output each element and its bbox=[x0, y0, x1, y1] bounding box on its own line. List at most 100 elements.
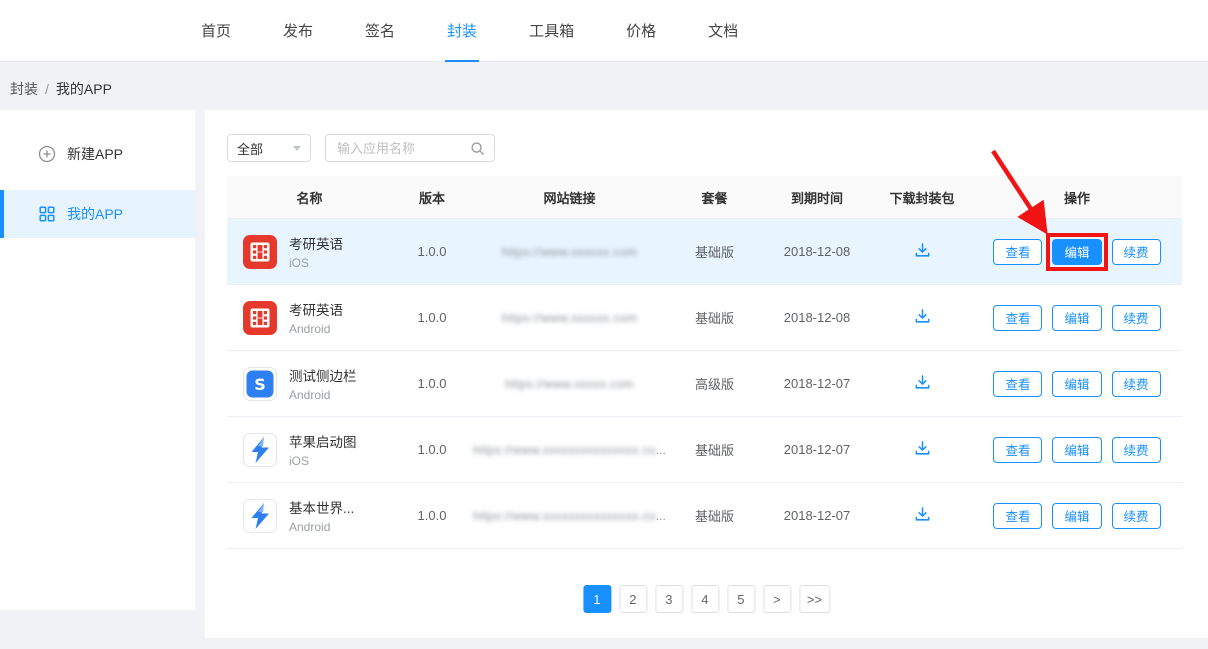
search-icon[interactable] bbox=[470, 141, 485, 156]
film-app-icon bbox=[243, 301, 277, 335]
download-icon[interactable] bbox=[913, 241, 932, 260]
sidebar-item-label: 我的APP bbox=[67, 204, 123, 224]
column-header-3: 网站链接 bbox=[472, 188, 667, 207]
next-page-button[interactable]: > bbox=[763, 585, 791, 613]
app-plan: 基础版 bbox=[667, 242, 762, 261]
app-name-cell: 考研英语 iOS bbox=[227, 233, 392, 270]
search-input[interactable] bbox=[335, 140, 470, 157]
page-button-4[interactable]: 4 bbox=[691, 585, 719, 613]
column-header-4: 套餐 bbox=[667, 188, 762, 207]
app-plan: 基础版 bbox=[667, 506, 762, 525]
nav-item-2[interactable]: 发布 bbox=[281, 0, 315, 62]
grid-icon bbox=[38, 205, 56, 223]
view-button[interactable]: 查看 bbox=[993, 305, 1042, 331]
filter-dropdown[interactable]: 全部 bbox=[227, 134, 311, 162]
column-header-6: 下载封装包 bbox=[872, 188, 972, 207]
table-row: 苹果启动图iOS1.0.0https://www.xxxxxxxxxxxxxxx… bbox=[227, 417, 1182, 483]
breadcrumb-section[interactable]: 封装 bbox=[10, 79, 38, 99]
app-url-ellipsis: ... bbox=[656, 509, 666, 523]
view-button[interactable]: 查看 bbox=[993, 503, 1042, 529]
view-button[interactable]: 查看 bbox=[993, 239, 1042, 265]
app-url-ellipsis: ... bbox=[656, 443, 666, 457]
download-cell bbox=[872, 505, 972, 527]
sidebar-menu: 新建APP 我的APP bbox=[0, 130, 195, 238]
renew-button[interactable]: 续费 bbox=[1112, 437, 1161, 463]
table-row: S测试侧边栏Android1.0.0https://www.xxxxx.com高… bbox=[227, 351, 1182, 417]
nav-item-7[interactable]: 文档 bbox=[706, 0, 740, 62]
download-icon[interactable] bbox=[913, 307, 932, 326]
download-icon[interactable] bbox=[913, 505, 932, 524]
app-table: 名称版本网站链接套餐到期时间下载封装包操作 考研英语iOS1.0.0https:… bbox=[227, 176, 1182, 549]
renew-button[interactable]: 续费 bbox=[1112, 371, 1161, 397]
table-row: 基本世界...Android1.0.0https://www.xxxxxxxxx… bbox=[227, 483, 1182, 549]
app-url-text: https://www.xxxxxx.com bbox=[502, 311, 638, 325]
download-cell bbox=[872, 439, 972, 461]
app-url-text: https://www.xxxxxxxxxxxxxxx.co bbox=[473, 443, 656, 457]
nav-item-3[interactable]: 签名 bbox=[363, 0, 397, 62]
page-button-5[interactable]: 5 bbox=[727, 585, 755, 613]
app-platform: Android bbox=[289, 322, 343, 336]
download-icon[interactable] bbox=[913, 373, 932, 392]
column-header-7: 操作 bbox=[972, 188, 1182, 207]
app-version: 1.0.0 bbox=[392, 244, 472, 259]
sidebar-item-1[interactable]: 新建APP bbox=[0, 130, 195, 178]
app-name: 考研英语 bbox=[289, 299, 343, 319]
table-row: 考研英语iOS1.0.0https://www.xxxxxx.com基础版201… bbox=[227, 219, 1182, 285]
app-platform: iOS bbox=[289, 454, 357, 468]
renew-button[interactable]: 续费 bbox=[1112, 503, 1161, 529]
page-button-2[interactable]: 2 bbox=[619, 585, 647, 613]
breadcrumb-separator: / bbox=[45, 81, 49, 97]
app-platform: iOS bbox=[289, 256, 343, 270]
renew-button[interactable]: 续费 bbox=[1112, 305, 1161, 331]
app-version: 1.0.0 bbox=[392, 310, 472, 325]
row-actions: 查看编辑续费 bbox=[972, 305, 1182, 331]
app-plan: 基础版 bbox=[667, 440, 762, 459]
film-app-icon bbox=[243, 235, 277, 269]
download-cell bbox=[872, 307, 972, 329]
app-url-text: https://www.xxxxxxxxxxxxxxx.co bbox=[473, 509, 656, 523]
renew-button[interactable]: 续费 bbox=[1112, 239, 1161, 265]
table-row: 考研英语 Android 1.0.0 https://www.xxxxxx.com 基础… bbox=[227, 285, 1182, 351]
app-url: https://www.xxxxxxxxxxxxxxx.co... bbox=[472, 442, 667, 457]
app-name-cell: 苹果启动图iOS bbox=[227, 431, 392, 468]
pagination: 12345>>> bbox=[583, 585, 830, 613]
edit-button[interactable]: 编辑 bbox=[1052, 437, 1101, 463]
row-actions: 查看编辑续费 bbox=[972, 239, 1182, 265]
view-button[interactable]: 查看 bbox=[993, 437, 1042, 463]
page-button-1[interactable]: 1 bbox=[583, 585, 611, 613]
app-version: 1.0.0 bbox=[392, 508, 472, 523]
main-content: 全部 名称版本网站链接套餐到期时间下载封装包操作 考研英语iOS1.0.0htt… bbox=[205, 110, 1208, 638]
app-name-cell: S测试侧边栏Android bbox=[227, 365, 392, 402]
chevron-down-icon bbox=[293, 146, 301, 151]
app-url: https://www.xxxxx.com bbox=[472, 376, 667, 391]
edit-button[interactable]: 编辑 bbox=[1052, 503, 1101, 529]
download-icon[interactable] bbox=[913, 439, 932, 458]
annotation-box: 编辑 bbox=[1046, 233, 1107, 271]
download-cell bbox=[872, 373, 972, 395]
app-expire-date: 2018-12-07 bbox=[762, 508, 872, 523]
thunder-app-icon bbox=[243, 433, 277, 467]
app-plan: 基础版 bbox=[667, 308, 762, 327]
sidebar-item-2[interactable]: 我的APP bbox=[0, 190, 195, 238]
edit-button[interactable]: 编辑 bbox=[1052, 239, 1101, 265]
edit-button[interactable]: 编辑 bbox=[1052, 305, 1101, 331]
jump-next-button[interactable]: >> bbox=[799, 585, 830, 613]
edit-button[interactable]: 编辑 bbox=[1052, 371, 1101, 397]
nav-item-6[interactable]: 价格 bbox=[624, 0, 658, 62]
app-url: https://www.xxxxxx.com bbox=[472, 310, 667, 325]
nav-item-4[interactable]: 封装 bbox=[445, 0, 479, 62]
app-plan: 高级版 bbox=[667, 374, 762, 393]
row-actions: 查看编辑续费 bbox=[972, 437, 1182, 463]
view-button[interactable]: 查看 bbox=[993, 371, 1042, 397]
app-url: https://www.xxxxxx.com bbox=[472, 244, 667, 259]
row-actions: 查看编辑续费 bbox=[972, 371, 1182, 397]
nav-item-5[interactable]: 工具箱 bbox=[527, 0, 576, 62]
sidebar-item-label: 新建APP bbox=[67, 144, 123, 164]
app-name: 考研英语 bbox=[289, 233, 343, 253]
app-platform: Android bbox=[289, 388, 357, 402]
page-button-3[interactable]: 3 bbox=[655, 585, 683, 613]
nav-item-1[interactable]: 首页 bbox=[199, 0, 233, 62]
table-body: 考研英语iOS1.0.0https://www.xxxxxx.com基础版201… bbox=[227, 219, 1182, 549]
app-expire-date: 2018-12-07 bbox=[762, 442, 872, 457]
app-name-cell: 基本世界...Android bbox=[227, 497, 392, 534]
